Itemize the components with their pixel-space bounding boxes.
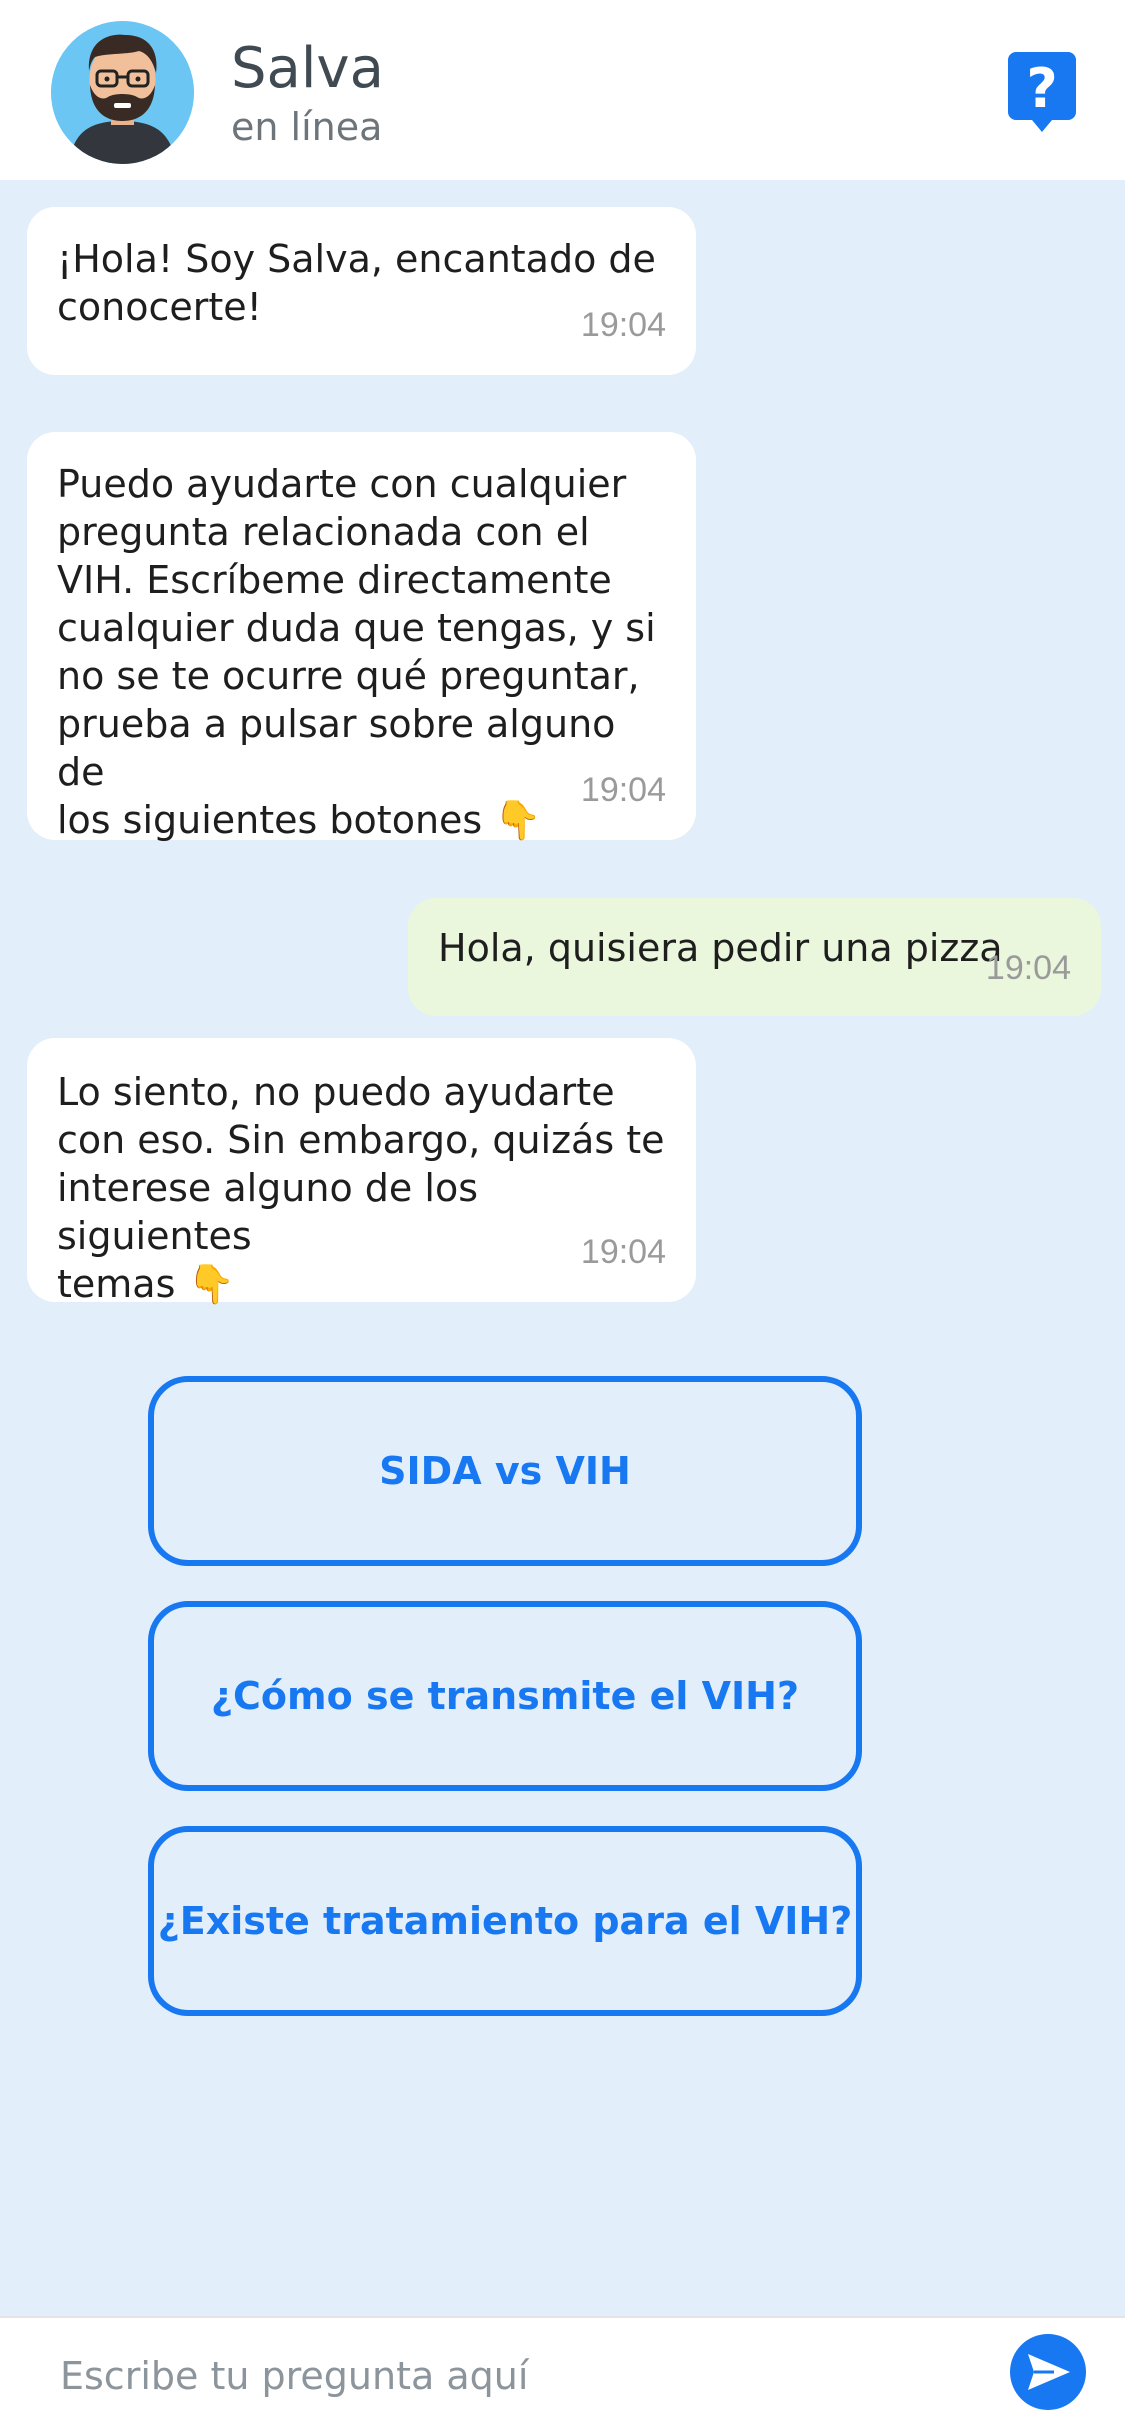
avatar[interactable] bbox=[51, 21, 194, 164]
message-text: ¡Hola! Soy Salva, encantado de conocerte… bbox=[57, 237, 656, 329]
message-text: Hola, quisiera pedir una pizza bbox=[438, 926, 1003, 970]
suggestion-button-tratamiento[interactable]: ¿Existe tratamiento para el VIH? bbox=[148, 1826, 862, 2016]
message-bubble-outgoing: Hola, quisiera pedir una pizza 19:04 bbox=[408, 898, 1101, 1016]
message-bubble-incoming: Lo siento, no puedo ayudarte con eso. Si… bbox=[27, 1038, 696, 1306]
message-time: 19:04 bbox=[580, 306, 666, 344]
chat-area[interactable]: ¡Hola! Soy Salva, encantado de conocerte… bbox=[0, 180, 1125, 2316]
send-button[interactable] bbox=[1010, 2334, 1086, 2410]
help-button[interactable]: ? bbox=[1008, 52, 1076, 132]
message-text: Puedo ayudarte con cualquier pregunta re… bbox=[57, 462, 656, 842]
message-bubble-incoming: ¡Hola! Soy Salva, encantado de conocerte… bbox=[27, 207, 696, 375]
contact-status: en línea bbox=[231, 105, 383, 149]
avatar-illustration bbox=[51, 21, 194, 164]
suggestion-button-transmision[interactable]: ¿Cómo se transmite el VIH? bbox=[148, 1601, 862, 1791]
message-bubble-incoming: Puedo ayudarte con cualquier pregunta re… bbox=[27, 432, 696, 842]
paper-plane-send-icon bbox=[1028, 2354, 1070, 2390]
svg-text:?: ? bbox=[1026, 57, 1057, 120]
suggestion-button-sida-vs-vih[interactable]: SIDA vs VIH bbox=[148, 1376, 862, 1566]
question-speech-bubble-icon: ? bbox=[1008, 52, 1076, 132]
message-time: 19:04 bbox=[985, 949, 1071, 987]
message-text: Lo siento, no puedo ayudarte con eso. Si… bbox=[57, 1070, 665, 1306]
message-input[interactable] bbox=[60, 2338, 960, 2414]
message-time: 19:04 bbox=[580, 1233, 666, 1271]
chat-header: Salva en línea ? bbox=[0, 0, 1125, 180]
message-time: 19:04 bbox=[580, 771, 666, 809]
contact-name: Salva bbox=[231, 36, 384, 101]
message-composer bbox=[0, 2316, 1125, 2436]
